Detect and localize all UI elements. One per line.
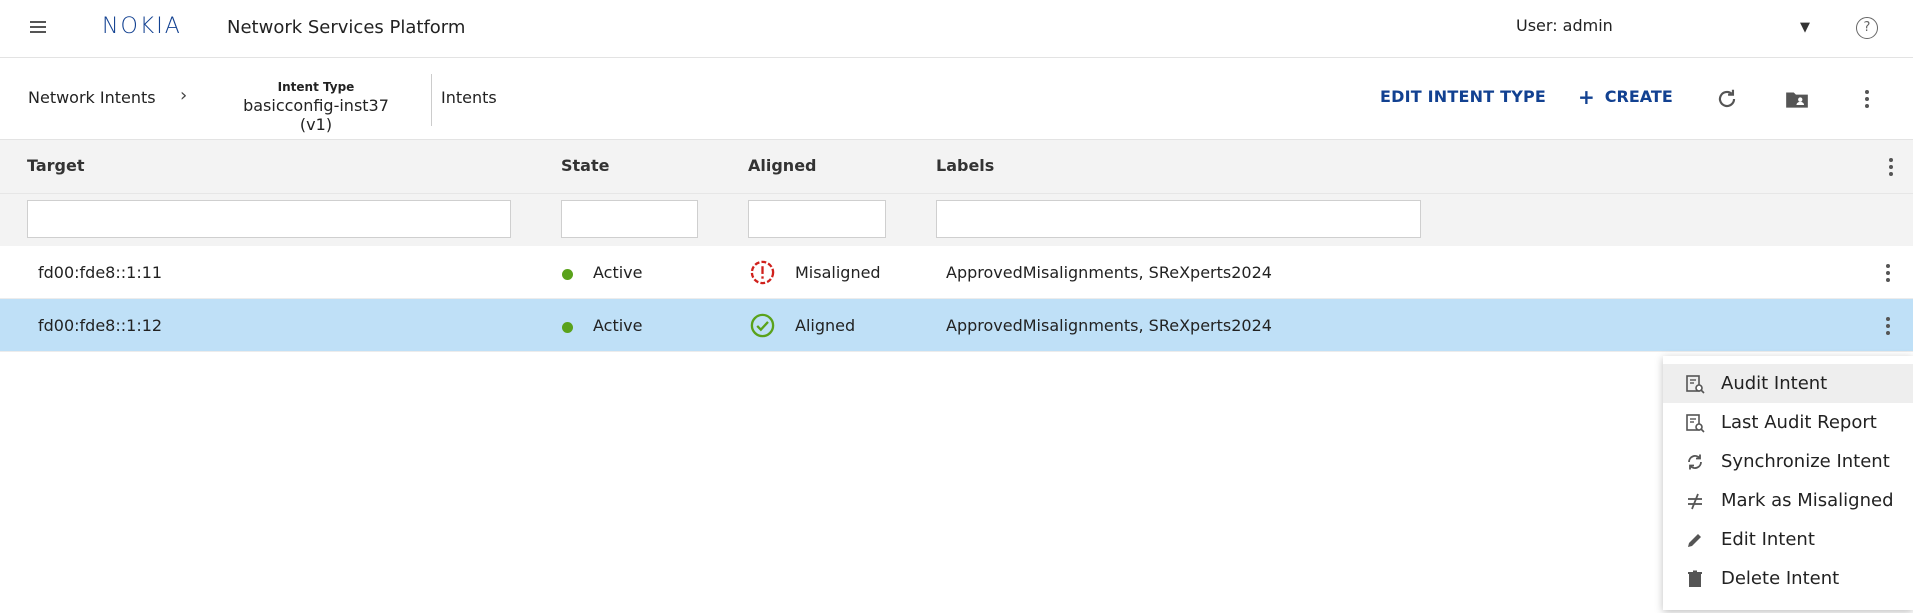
pencil-icon [1688,534,1701,547]
filter-row [0,194,1913,246]
filter-labels-input[interactable] [936,200,1421,238]
trash-icon [1688,570,1702,587]
menu-item-label: Mark as Misaligned [1721,490,1894,511]
menu-item-label: Last Audit Report [1721,412,1877,433]
menu-item-synchronize-intent[interactable]: Synchronize Intent [1663,442,1913,481]
column-header-labels[interactable]: Labels [936,156,994,175]
filter-aligned-input[interactable] [748,200,886,238]
table-header: Target State Aligned Labels [0,140,1913,194]
hamburger-icon[interactable] [26,18,50,40]
column-header-state[interactable]: State [561,156,609,175]
cell-aligned: Aligned [795,316,856,335]
sync-icon [1688,454,1702,470]
intent-type-label: Intent Type [277,80,355,94]
top-bar: NOKIA Network Services Platform User: ad… [0,0,1913,58]
cell-state: Active [593,316,643,335]
menu-item-label: Delete Intent [1721,568,1840,589]
row-context-menu: Audit Intent Last Audit Report Synchroni… [1663,356,1913,610]
menu-item-label: Synchronize Intent [1721,451,1890,472]
menu-item-edit-intent[interactable]: Edit Intent [1663,520,1913,559]
intent-type-value[interactable]: basicconfig-inst37 (v1) [226,96,406,134]
column-header-aligned[interactable]: Aligned [748,156,817,175]
plus-icon: + [1578,85,1595,109]
cell-labels: ApprovedMisalignments, SReXperts2024 [946,263,1272,282]
menu-item-last-audit-report[interactable]: Last Audit Report [1663,403,1913,442]
row-options-icon[interactable] [1882,315,1894,337]
aligned-check-icon [750,313,775,338]
table-row[interactable]: fd00:fde8::1:11 Active Misaligned Approv… [0,246,1913,299]
row-options-icon[interactable] [1882,262,1894,284]
table-row[interactable]: fd00:fde8::1:12 Active Aligned ApprovedM… [0,299,1913,352]
breadcrumb-intents: Intents [441,88,497,107]
menu-item-label: Edit Intent [1721,529,1815,550]
nokia-logo: NOKIA [102,14,182,39]
divider [431,74,432,126]
app-title: Network Services Platform [227,17,466,38]
misaligned-icon [750,260,775,285]
filter-target-input[interactable] [27,200,511,238]
not-equal-icon [1688,493,1702,510]
cell-state: Active [593,263,643,282]
audit-report-icon [1686,414,1705,433]
cell-target: fd00:fde8::1:12 [38,316,163,335]
create-label: CREATE [1604,87,1673,106]
edit-intent-type-button[interactable]: EDIT INTENT TYPE [1380,87,1546,106]
create-button[interactable]: + CREATE [1578,85,1673,109]
more-options-icon[interactable] [1854,86,1880,112]
active-status-dot [562,269,573,280]
cell-target: fd00:fde8::1:11 [38,263,163,282]
cell-aligned: Misaligned [795,263,881,282]
folder-user-icon[interactable] [1784,86,1810,112]
menu-item-label: Audit Intent [1721,373,1828,394]
cell-labels: ApprovedMisalignments, SReXperts2024 [946,316,1272,335]
refresh-icon[interactable] [1714,86,1740,112]
chevron-right-icon: › [180,85,188,106]
menu-item-mark-as-misaligned[interactable]: Mark as Misaligned [1663,481,1913,520]
chevron-down-icon[interactable]: ▼ [1800,20,1810,35]
column-options-icon[interactable] [1878,154,1904,180]
audit-report-icon [1686,375,1705,394]
column-header-target[interactable]: Target [27,156,85,175]
breadcrumb-network-intents[interactable]: Network Intents [28,88,156,107]
menu-item-delete-intent[interactable]: Delete Intent [1663,559,1913,598]
menu-item-audit-intent[interactable]: Audit Intent [1663,364,1913,403]
breadcrumb-bar: Network Intents › Intent Type basicconfi… [0,58,1913,140]
active-status-dot [562,322,573,333]
user-label[interactable]: User: admin [1516,16,1613,35]
filter-state-input[interactable] [561,200,698,238]
help-icon[interactable]: ? [1856,17,1878,39]
